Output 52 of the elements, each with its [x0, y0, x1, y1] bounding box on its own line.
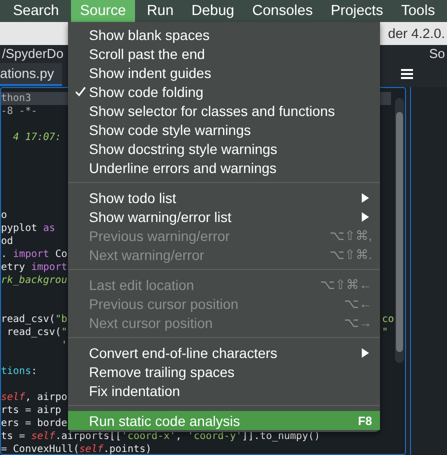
- code-line: read_csv(": [6, 326, 68, 339]
- shortcut-label: ⌥←: [344, 296, 372, 311]
- shortcut-label: ⌥⇧⌘,: [329, 228, 372, 243]
- menu-item[interactable]: Underline errors and warnings: [68, 158, 380, 177]
- pane-title: So: [429, 46, 445, 60]
- menu-bar-item[interactable]: Consoles: [246, 0, 319, 22]
- code-line: tions:: [1, 365, 38, 378]
- code-fragment: co: [382, 313, 394, 326]
- menu-bar-item[interactable]: Projects: [324, 0, 390, 22]
- code-line: 4 17:07:: [12, 131, 62, 144]
- menu-bar-item[interactable]: Search: [7, 0, 65, 22]
- shortcut-label: ⌥⇧⌘.: [329, 247, 372, 262]
- menu-item[interactable]: Show code folding: [68, 82, 380, 101]
- menu-item[interactable]: Run static code analysis F8: [68, 411, 380, 430]
- code-line: -8 -*-: [1, 105, 38, 118]
- menu-item[interactable]: Scroll past the end: [68, 44, 380, 63]
- code-line: etry import: [1, 261, 68, 274]
- code-line: self, airpo: [1, 391, 68, 404]
- shortcut-label: F8: [358, 414, 372, 428]
- code-line: rts = airp: [1, 404, 62, 417]
- menu-item[interactable]: Show code style warnings: [68, 120, 380, 139]
- menu-item[interactable]: Show selector for classes and functions: [68, 101, 380, 120]
- code-line: = ConvexHull(self.points): [1, 443, 152, 455]
- menu-item[interactable]: Fix indentation: [68, 381, 380, 400]
- menu-bar-item[interactable]: Run: [140, 0, 180, 22]
- file-path: /SpyderDo: [2, 46, 64, 60]
- code-line: read_csv("b: [1, 313, 68, 326]
- code-line: od: [1, 235, 14, 248]
- menu-bar-item[interactable]: Debug: [186, 0, 240, 22]
- code-line: pyplot as: [1, 222, 56, 235]
- code-line: thon3: [1, 92, 32, 105]
- menu-item[interactable]: Show indent guides: [68, 63, 380, 82]
- window-title: der 4.2.0.: [388, 26, 445, 41]
- code-fragment: ": [382, 326, 388, 339]
- menu-item[interactable]: Convert end-of-line characters: [68, 343, 380, 362]
- code-line: o: [1, 209, 8, 222]
- shortcut-label: ⌥→: [344, 315, 372, 330]
- menu-item[interactable]: Show blank spaces: [68, 25, 380, 44]
- code-line: ers = borde: [1, 417, 68, 430]
- menu-icon[interactable]: [401, 69, 413, 79]
- menu-item[interactable]: Show warning/error list: [68, 207, 380, 226]
- menu-item[interactable]: Show docstring style warnings: [68, 139, 380, 158]
- code-line: rk_backgrou: [1, 274, 68, 287]
- editor-tab[interactable]: ations.py: [0, 62, 62, 86]
- code-line: . import Co: [1, 248, 68, 261]
- code-line: ts = self.airports[['coord-x', 'coord-y']].to_numpy(): [1, 430, 320, 443]
- shortcut-label: ⌥⇧⌘←: [320, 277, 372, 292]
- menu-bar-item[interactable]: Tools: [395, 0, 441, 22]
- menu-item[interactable]: Remove trailing spaces: [68, 362, 380, 381]
- scrollbar[interactable]: [395, 98, 404, 363]
- code-line: ': [60, 339, 68, 352]
- menu-item[interactable]: Show todo list: [68, 188, 380, 207]
